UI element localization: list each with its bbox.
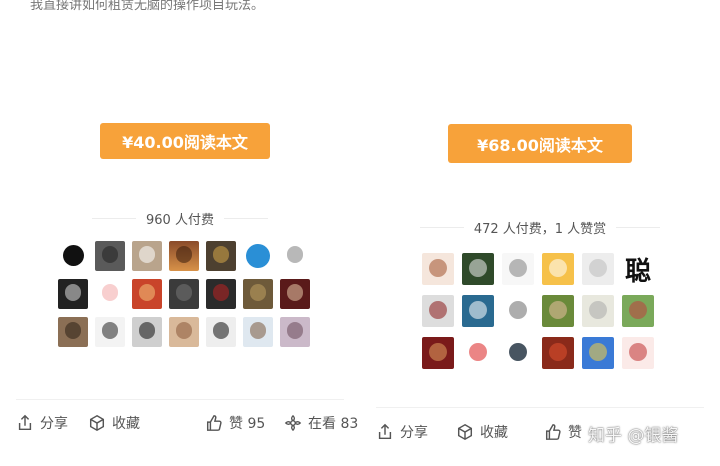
payer-avatar[interactable] <box>58 241 88 271</box>
payer-avatar[interactable] <box>95 241 125 271</box>
divider-line <box>616 227 661 228</box>
paid-count-row: 960 人付费 <box>0 209 360 228</box>
thumbs-up-icon <box>206 415 222 431</box>
payer-avatar[interactable] <box>132 241 162 271</box>
payer-avatar[interactable] <box>422 337 454 369</box>
watermark: 知乎 @银酱 <box>588 426 679 446</box>
payer-avatar[interactable] <box>58 317 88 347</box>
divider-line <box>223 218 268 219</box>
divider <box>376 407 704 408</box>
collect-button[interactable]: 收藏 <box>88 413 140 433</box>
like-button[interactable]: 赞 <box>544 422 582 442</box>
payer-avatar[interactable] <box>542 337 574 369</box>
payer-avatar[interactable] <box>169 279 199 309</box>
share-button[interactable]: 分享 <box>376 422 428 442</box>
payer-avatar-grid <box>58 241 310 347</box>
paid-count: 472 人付费，1 人赞赏 <box>473 222 607 237</box>
divider-line <box>92 218 137 219</box>
payer-avatar[interactable] <box>206 241 236 271</box>
payer-avatar[interactable] <box>622 337 654 369</box>
payer-avatar[interactable] <box>622 295 654 327</box>
payer-avatar[interactable] <box>58 279 88 309</box>
share-label: 分享 <box>400 425 428 441</box>
payer-avatar[interactable] <box>280 279 310 309</box>
pay-to-read-button[interactable]: ¥68.00阅读本文 <box>448 124 632 163</box>
payer-avatar[interactable] <box>280 241 310 271</box>
payer-avatar[interactable] <box>462 253 494 285</box>
payer-avatar[interactable] <box>462 295 494 327</box>
payer-avatar[interactable] <box>169 241 199 271</box>
left-article-panel: 我直接讲如何租赁无脑的操作项目玩法。 ¥40.00阅读本文 960 人付费 分享… <box>0 0 360 466</box>
payer-avatar[interactable] <box>582 337 614 369</box>
payer-avatar[interactable] <box>582 253 614 285</box>
payer-avatar[interactable] <box>502 337 534 369</box>
payer-avatar-calligraphy[interactable]: 聪 <box>622 253 654 285</box>
watching-button[interactable]: 在看 83 <box>284 413 358 433</box>
share-icon <box>378 423 392 440</box>
cube-icon <box>89 414 105 432</box>
like-label: 赞 95 <box>229 416 266 432</box>
share-button[interactable]: 分享 <box>16 413 68 433</box>
payer-avatar[interactable] <box>132 317 162 347</box>
payer-avatar[interactable] <box>422 295 454 327</box>
payer-avatar[interactable] <box>169 317 199 347</box>
divider-line <box>419 227 464 228</box>
share-icon <box>18 414 32 431</box>
payer-avatar[interactable] <box>542 253 574 285</box>
paid-count: 960 人付费 <box>146 213 214 228</box>
like-button[interactable]: 赞 95 <box>205 413 265 433</box>
article-intro-text: 我直接讲如何租赁无脑的操作项目玩法。 <box>30 0 265 13</box>
payer-avatar[interactable] <box>542 295 574 327</box>
payer-avatar[interactable] <box>206 279 236 309</box>
collect-label: 收藏 <box>112 416 140 432</box>
payer-avatar-grid: 聪 <box>422 253 654 369</box>
payer-avatar[interactable] <box>132 279 162 309</box>
like-label: 赞 <box>568 425 582 441</box>
bottom-action-bar: 分享 收藏 赞 95 在看 83 <box>0 413 360 443</box>
payer-avatar[interactable] <box>582 295 614 327</box>
payer-avatar[interactable] <box>422 253 454 285</box>
pay-to-read-button[interactable]: ¥40.00阅读本文 <box>100 123 270 159</box>
share-label: 分享 <box>40 416 68 432</box>
payer-avatar[interactable] <box>95 279 125 309</box>
flower-icon <box>284 414 302 432</box>
payer-avatar[interactable] <box>95 317 125 347</box>
payer-avatar[interactable] <box>502 295 534 327</box>
payer-avatar[interactable] <box>280 317 310 347</box>
collect-label: 收藏 <box>480 425 508 441</box>
payer-avatar[interactable] <box>243 241 273 271</box>
watching-label: 在看 83 <box>308 416 359 432</box>
payer-avatar[interactable] <box>243 279 273 309</box>
payer-avatar[interactable] <box>502 253 534 285</box>
divider <box>16 399 344 400</box>
right-article-panel: ¥68.00阅读本文 472 人付费，1 人赞赏 聪 分享 收藏 赞 知乎 @银… <box>360 0 720 466</box>
thumbs-up-icon <box>545 424 561 440</box>
payer-avatar[interactable] <box>462 337 494 369</box>
collect-button[interactable]: 收藏 <box>456 422 508 442</box>
paid-count-row: 472 人付费，1 人赞赏 <box>360 218 720 237</box>
payer-avatar[interactable] <box>243 317 273 347</box>
payer-avatar[interactable] <box>206 317 236 347</box>
cube-icon <box>457 423 473 441</box>
